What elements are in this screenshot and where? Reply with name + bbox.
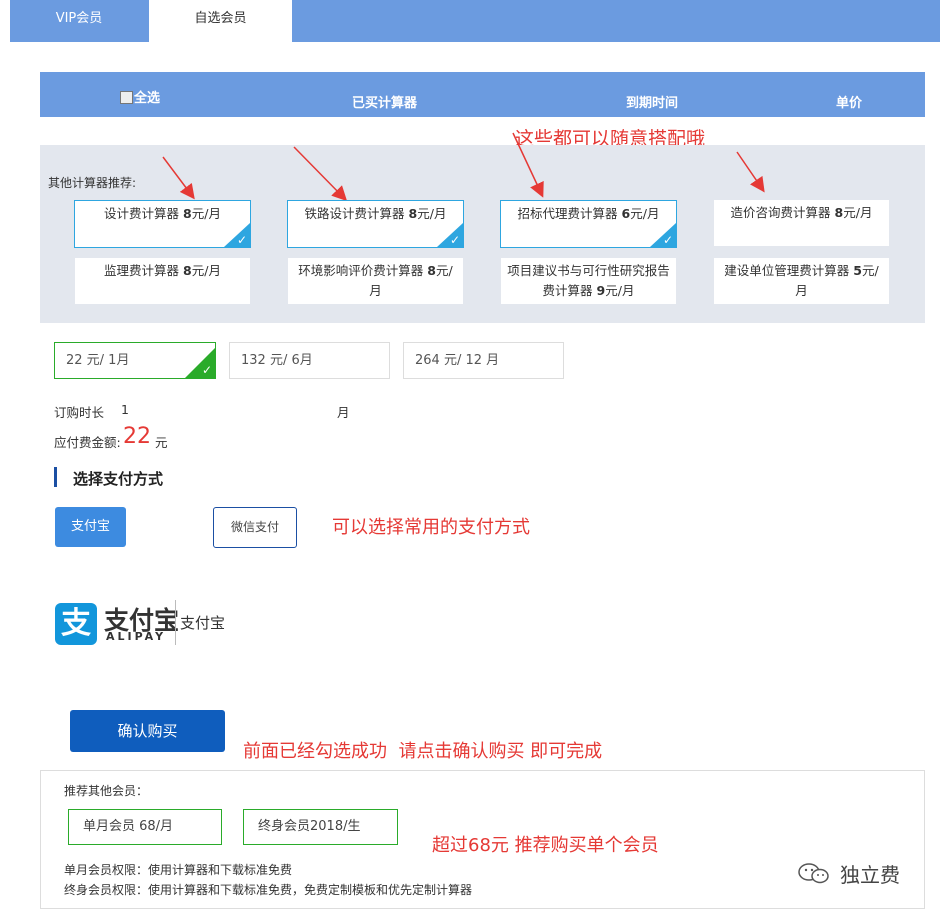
calculator-card-supervision[interactable]: 监理费计算器 8元/月 [75, 258, 250, 304]
alipay-logo-text: 支付宝 [180, 614, 226, 632]
calculator-card-construction-mgmt[interactable]: 建设单位管理费计算器 5元/ 月 [714, 258, 889, 304]
calculator-card-railway[interactable]: 铁路设计费计算器 8元/月 ✓ [287, 200, 464, 248]
amount-label: 应付费金额: [54, 435, 121, 450]
alipay-logo-en: ALIPAY [106, 630, 167, 643]
duration-label: 订购时长 [54, 405, 105, 420]
lifetime-member-button[interactable]: 终身会员2018/生 [243, 809, 398, 845]
annotation-pay-method: 可以选择常用的支付方式 [332, 517, 530, 538]
monthly-member-button[interactable]: 单月会员 68/月 [68, 809, 222, 845]
duration-value: 1 [121, 402, 129, 417]
duration-option-1-month[interactable]: 22 元/ 1月 ✓ [54, 342, 216, 379]
alipay-button[interactable]: 支付宝 [55, 507, 126, 547]
alipay-logo-divider [175, 600, 176, 645]
amount-unit: 元 [155, 435, 168, 450]
calculator-card-bidding[interactable]: 招标代理费计算器 6元/月 ✓ [500, 200, 677, 248]
amount-value: 22 [123, 424, 151, 449]
recommend-members-title: 推荐其他会员： [64, 784, 149, 798]
check-icon: ✓ [449, 233, 460, 247]
section-accent-bar [54, 467, 57, 487]
arrow-3 [512, 132, 544, 198]
calculator-card-environmental[interactable]: 环境影响评价费计算器 8元/ 月 [288, 258, 463, 304]
calculator-card-feasibility[interactable]: 项目建议书与可行性研究报告 费计算器 9元/月 [501, 258, 676, 304]
check-icon: ✓ [662, 233, 673, 247]
duration-option-6-month[interactable]: 132 元/ 6月 [229, 342, 390, 379]
arrow-1 [162, 156, 195, 200]
wechat-icon [798, 863, 829, 884]
arrow-4 [736, 151, 765, 193]
calculator-card-cost-consulting[interactable]: 造价咨询费计算器 8元/月 [714, 200, 889, 246]
alipay-logo-icon: 支 [55, 603, 97, 645]
check-icon: ✓ [201, 363, 212, 377]
brand-name: 独立费 [840, 863, 900, 887]
annotation-confirm-hint: 前面已经勾选成功 请点击确认购买 即可完成 [243, 741, 603, 762]
confirm-purchase-button[interactable]: 确认购买 [70, 710, 225, 752]
check-icon: ✓ [236, 233, 247, 247]
duration-option-12-month[interactable]: 264 元/ 12 月 [403, 342, 564, 379]
duration-unit: 月 [337, 405, 350, 420]
annotation-over-68: 超过68元 推荐购买单个会员 [432, 835, 659, 856]
wechat-pay-button[interactable]: 微信支付 [213, 507, 297, 548]
arrow-2 [293, 146, 348, 202]
monthly-rights: 单月会员权限：使用计算器和下载标准免费 [64, 863, 293, 877]
payment-section-title: 选择支付方式 [73, 470, 164, 488]
calculator-card-design[interactable]: 设计费计算器 8元/月 ✓ [74, 200, 251, 248]
lifetime-rights: 终身会员权限：使用计算器和下载标准免费，免费定制模板和优先定制计算器 [64, 883, 473, 897]
